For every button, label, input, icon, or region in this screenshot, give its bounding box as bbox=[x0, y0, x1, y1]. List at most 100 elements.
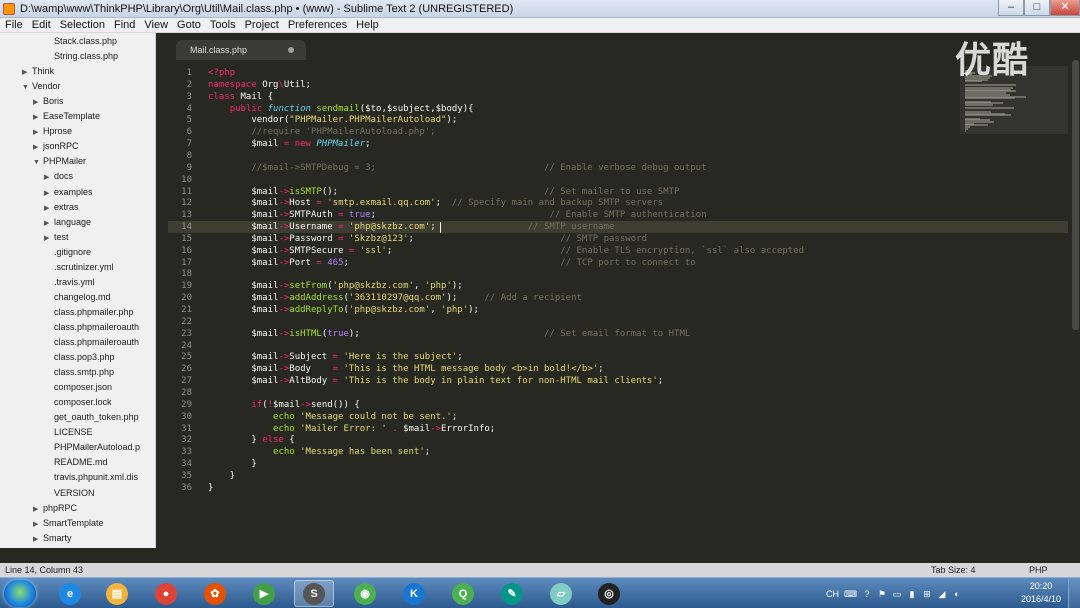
window-controls: – □ ✕ bbox=[998, 0, 1080, 16]
code-token: send()) { bbox=[310, 399, 360, 410]
sidebar-item[interactable]: VERSION bbox=[44, 486, 95, 501]
taskbar-app[interactable]: K bbox=[394, 580, 434, 607]
menu-goto[interactable]: Goto bbox=[172, 19, 205, 31]
sidebar-item[interactable]: ▶ Boris bbox=[33, 94, 64, 109]
sidebar-item[interactable]: ▶ language bbox=[44, 215, 91, 230]
sidebar-item[interactable]: README.md bbox=[44, 455, 108, 470]
taskbar-app[interactable]: ◎ bbox=[589, 580, 629, 607]
sublime-icon: S bbox=[303, 582, 325, 605]
sidebar-item[interactable]: changelog.md bbox=[44, 290, 111, 305]
close-button[interactable]: ✕ bbox=[1050, 0, 1080, 16]
sidebar-item[interactable]: travis.phpunit.xml.dis bbox=[44, 470, 138, 485]
sidebar-item-label: composer.lock bbox=[54, 397, 112, 408]
taskbar-app[interactable]: ✎ bbox=[492, 580, 532, 607]
minimize-button[interactable]: – bbox=[998, 0, 1024, 16]
code-token: -> bbox=[278, 186, 290, 197]
scrollbar-thumb[interactable] bbox=[1072, 60, 1079, 330]
menu-file[interactable]: File bbox=[0, 19, 27, 31]
window-title: D:\wamp\www\ThinkPHP\Library\Org\Util\Ma… bbox=[20, 2, 514, 15]
folder-closed-icon: ▶ bbox=[44, 189, 50, 197]
tray-icon[interactable]: ▮ bbox=[907, 588, 917, 600]
syntax-selector[interactable]: PHP bbox=[1029, 563, 1048, 577]
sidebar-item[interactable]: class.phpmailer.php bbox=[44, 305, 134, 320]
menu-view[interactable]: View bbox=[139, 19, 172, 31]
tray-icon[interactable]: ? bbox=[862, 588, 872, 600]
code-token: $mail bbox=[208, 376, 279, 387]
sidebar-item[interactable]: ▶ Think bbox=[22, 64, 54, 79]
sidebar-item[interactable]: ▼ Vendor bbox=[22, 79, 61, 94]
sidebar-item[interactable]: PHPMailerAutoload.p bbox=[44, 440, 140, 455]
code-token: ; bbox=[424, 447, 431, 458]
sidebar-item[interactable]: ▶ extras bbox=[44, 200, 79, 215]
sidebar-item[interactable]: ▶ docs bbox=[44, 169, 73, 184]
sidebar-item[interactable]: .travis.yml bbox=[44, 275, 95, 290]
tray-icon[interactable]: ◐ bbox=[952, 588, 962, 600]
menu-help[interactable]: Help bbox=[351, 19, 383, 31]
clock[interactable]: 20:20 2016/4/10 bbox=[1016, 580, 1066, 607]
tray-icon[interactable]: ⌨ bbox=[844, 588, 857, 600]
sidebar-item[interactable]: ▶ examples bbox=[44, 185, 93, 200]
line-number: 5 bbox=[186, 115, 192, 126]
code-token: 'Here is the subject' bbox=[343, 352, 458, 363]
sidebar-item[interactable]: .gitignore bbox=[44, 245, 91, 260]
sidebar-item[interactable]: ▶ jsonRPC bbox=[33, 139, 79, 154]
taskbar-app[interactable]: ● bbox=[146, 580, 186, 607]
sidebar-item[interactable]: class.phpmaileroauth bbox=[44, 335, 139, 350]
code-line: $mail->Body = 'This is the HTML message … bbox=[208, 363, 603, 375]
menu-selection[interactable]: Selection bbox=[55, 19, 109, 31]
code-token: else bbox=[262, 435, 290, 446]
code-token: } bbox=[208, 435, 263, 446]
code-line: //require 'PHPMailerAutoload.php'; bbox=[208, 126, 435, 138]
tray-icon[interactable]: ▭ bbox=[892, 588, 902, 600]
tray-icon[interactable]: ⊞ bbox=[922, 588, 932, 600]
start-button[interactable] bbox=[4, 580, 36, 607]
sidebar-item[interactable]: class.pop3.php bbox=[44, 350, 115, 365]
sidebar-item[interactable]: .scrutinizer.yml bbox=[44, 260, 114, 275]
sidebar-item[interactable]: get_oauth_token.php bbox=[44, 410, 139, 425]
sidebar-item[interactable]: class.phpmaileroauth bbox=[44, 320, 139, 335]
taskbar-app[interactable]: ▱ bbox=[541, 580, 581, 607]
taskbar-app[interactable]: e bbox=[50, 580, 90, 607]
sidebar-item[interactable]: String.class.php bbox=[44, 49, 118, 64]
folder-closed-icon: ▶ bbox=[22, 69, 28, 77]
menu-preferences[interactable]: Preferences bbox=[283, 19, 351, 31]
show-desktop-button[interactable] bbox=[1068, 578, 1080, 608]
taskbar-app[interactable]: ✿ bbox=[195, 580, 235, 607]
sidebar-item[interactable]: ▼ PHPMailer bbox=[33, 154, 86, 169]
sidebar-item[interactable]: ▶ Hprose bbox=[33, 124, 72, 139]
taskbar-app[interactable]: S bbox=[294, 580, 334, 607]
tab-mail-class-php[interactable]: Mail.class.php bbox=[176, 40, 306, 60]
sidebar-item[interactable]: ▶ test bbox=[44, 230, 69, 245]
sidebar-item[interactable]: composer.lock bbox=[44, 395, 112, 410]
sidebar-item[interactable]: ▶ Smarty bbox=[33, 531, 72, 546]
sidebar-item[interactable]: Stack.class.php bbox=[44, 34, 117, 49]
sidebar-item[interactable]: ▶ phpRPC bbox=[33, 501, 77, 516]
tab-size-selector[interactable]: Tab Size: 4 bbox=[931, 563, 976, 577]
sidebar-item[interactable]: ▶ SmartTemplate bbox=[33, 516, 104, 531]
menu-project[interactable]: Project bbox=[240, 19, 283, 31]
code-editor[interactable]: 1 <?php 2 namespace Org\Util; 3 class Mail {4… bbox=[168, 60, 1068, 560]
taskbar-app[interactable]: ▶ bbox=[244, 580, 284, 607]
tray-icon[interactable]: CH bbox=[826, 588, 839, 600]
code-line: } else { bbox=[208, 434, 294, 446]
editor-scrollbar[interactable] bbox=[1071, 60, 1080, 560]
code-token: $mail bbox=[208, 186, 279, 197]
menu-find[interactable]: Find bbox=[109, 19, 139, 31]
sidebar-item[interactable]: composer.json bbox=[44, 380, 112, 395]
taskbar-app[interactable]: ▤ bbox=[97, 580, 137, 607]
sidebar-item[interactable]: class.smtp.php bbox=[44, 365, 114, 380]
maximize-button[interactable]: □ bbox=[1024, 0, 1050, 16]
tray-icon[interactable]: ⚑ bbox=[877, 588, 887, 600]
line-number: 18 bbox=[181, 269, 192, 280]
menu-edit[interactable]: Edit bbox=[27, 19, 55, 31]
code-line: } bbox=[208, 470, 235, 482]
tray-icon[interactable]: ◢ bbox=[937, 588, 947, 600]
taskbar-app[interactable]: ◉ bbox=[345, 580, 385, 607]
sidebar-item[interactable]: LICENSE bbox=[44, 425, 93, 440]
taskbar-app[interactable]: Q bbox=[443, 580, 483, 607]
sidebar-item[interactable]: ▶ EaseTemplate bbox=[33, 109, 100, 124]
menu-tools[interactable]: Tools bbox=[205, 19, 240, 31]
code-line: $mail->Port = 465; // TCP port to connec… bbox=[208, 257, 695, 269]
code-line: vendor("PHPMailer.PHPMailerAutoload"); bbox=[208, 114, 457, 126]
unsaved-dot-icon[interactable] bbox=[288, 47, 294, 53]
